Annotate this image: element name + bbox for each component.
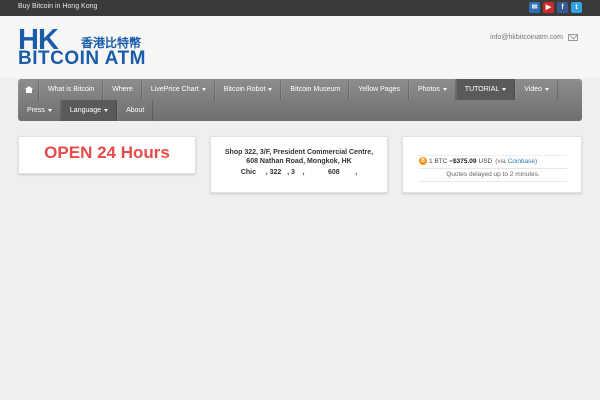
nav-row-2: Press Language About	[18, 100, 154, 121]
address-panel: Shop 322, 3/F, President Commercial Cent…	[210, 136, 388, 193]
caret-down-icon	[502, 88, 507, 91]
nav-about[interactable]: About	[117, 100, 154, 121]
nav-home[interactable]	[18, 79, 39, 100]
social-links: ✉ ▶ f t	[529, 2, 582, 13]
nav-video[interactable]: Video	[515, 79, 559, 100]
main-nav: What is Bitcoin Where LivePrice Chart Bi…	[18, 79, 582, 121]
price-currency: USD	[478, 157, 493, 165]
nav-press[interactable]: Press	[18, 100, 61, 121]
nav-photos[interactable]: Photos	[409, 79, 456, 100]
bitcoin-icon: B	[419, 157, 427, 165]
caret-down-icon	[442, 88, 447, 91]
price-source: (via Coinbase)	[495, 157, 538, 165]
caret-down-icon	[545, 88, 550, 91]
caret-down-icon	[268, 88, 273, 91]
nav-tutorial[interactable]: TUTORIAL	[455, 79, 516, 100]
contact-email[interactable]: info@hkbitcoinatm.com	[490, 34, 578, 41]
open-hours-text: OPEN 24 Hours	[44, 143, 170, 162]
caret-down-icon	[47, 109, 52, 112]
price-prefix: 1 BTC =	[429, 157, 454, 165]
tagline: Buy Bitcoin in Hong Kong	[18, 3, 98, 10]
address-chinese: Chic , 322 , 3 , 608 ,	[240, 169, 358, 176]
price-panel: B 1 BTC = $375.09 USD (via Coinbase) Quo…	[402, 136, 582, 193]
logo-name: BITCOIN ATM	[18, 48, 146, 69]
top-bar: Buy Bitcoin in Hong Kong ✉ ▶ f t	[0, 0, 600, 16]
nav-bitcoin-robot[interactable]: Bitcoin Robot	[214, 79, 282, 100]
coinbase-link[interactable]: Coinbase	[508, 158, 535, 165]
home-icon	[24, 86, 33, 93]
twitter-icon[interactable]: t	[571, 2, 582, 13]
nav-what-is-bitcoin[interactable]: What is Bitcoin	[39, 79, 104, 100]
email-link[interactable]: info@hkbitcoinatm.com	[490, 34, 563, 41]
address-line-1: Shop 322, 3/F, President Commercial Cent…	[224, 149, 374, 156]
nav-liveprice-chart[interactable]: LivePrice Chart	[141, 79, 215, 100]
btc-price-row: B 1 BTC = $375.09 USD (via Coinbase)	[419, 155, 567, 166]
address-line-2: 608 Nathan Road, Mongkok, HK	[246, 158, 352, 165]
quote-delay-note: Quotes delayed up to 2 minutes.	[419, 168, 567, 182]
caret-down-icon	[104, 109, 109, 112]
mail-icon[interactable]: ✉	[529, 2, 540, 13]
youtube-icon[interactable]: ▶	[543, 2, 554, 13]
nav-bitcoin-museum[interactable]: Bitcoin Museum	[281, 79, 350, 100]
nav-where[interactable]: Where	[103, 79, 142, 100]
site-logo[interactable]: HK 香港比特幣 BITCOIN ATM	[18, 24, 208, 71]
site-header: HK 香港比特幣 BITCOIN ATM info@hkbitcoinatm.c…	[0, 16, 600, 78]
address-text: Shop 322, 3/F, President Commercial Cent…	[211, 148, 387, 166]
hours-panel: OPEN 24 Hours	[18, 136, 196, 174]
nav-row-1: What is Bitcoin Where LivePrice Chart Bi…	[18, 79, 559, 100]
nav-yellow-pages[interactable]: Yellow Pages	[349, 79, 409, 100]
nav-language[interactable]: Language	[60, 100, 118, 121]
facebook-icon[interactable]: f	[557, 2, 568, 13]
price-amount: $375.09	[453, 157, 477, 165]
envelope-icon	[568, 34, 578, 41]
caret-down-icon	[201, 88, 206, 91]
